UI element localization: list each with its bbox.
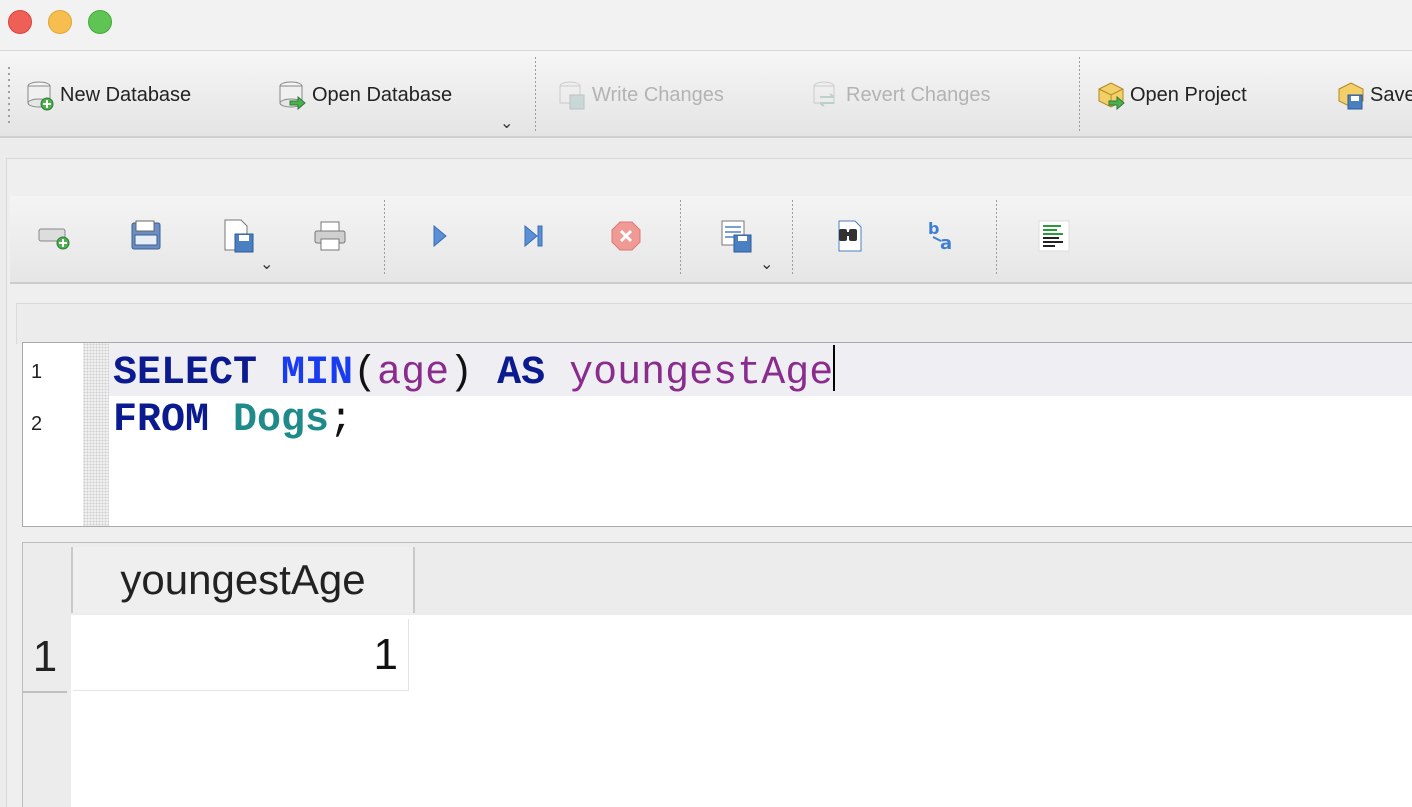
new-database-label: New Database bbox=[60, 83, 192, 106]
open-sql-file-icon bbox=[129, 219, 163, 258]
keyword-from: FROM bbox=[113, 398, 210, 443]
editor-tab-bar bbox=[16, 303, 1412, 344]
open-database-label: Open Database bbox=[312, 83, 453, 106]
line-number: 2 bbox=[31, 413, 43, 435]
toolbar-separator bbox=[680, 200, 681, 276]
toolbar-separator bbox=[535, 57, 536, 133]
toolbar-grip[interactable] bbox=[8, 65, 10, 123]
comment-lines-icon bbox=[1038, 220, 1070, 257]
minimize-window-button[interactable] bbox=[48, 10, 72, 34]
semicolon: ; bbox=[329, 398, 354, 443]
open-tab-icon bbox=[37, 221, 71, 256]
revert-changes-button[interactable]: Revert Changes bbox=[812, 77, 991, 113]
save-project-button[interactable]: Save bbox=[1336, 77, 1412, 113]
save-sql-file-icon bbox=[221, 218, 255, 259]
keyword-as: AS bbox=[497, 351, 546, 396]
open-sql-file-button[interactable] bbox=[126, 218, 166, 258]
line-number: 1 bbox=[31, 361, 43, 383]
code-line-2: FROM Dogs; bbox=[113, 397, 353, 445]
sql-toolbar: ⌄ ⌄ b a bbox=[10, 196, 1412, 284]
open-project-button[interactable]: Open Project bbox=[1096, 77, 1247, 113]
code-line-1: SELECT MIN(age) AS youngestAge bbox=[113, 345, 836, 398]
execute-all-button[interactable] bbox=[420, 218, 460, 258]
execute-current-line-button[interactable] bbox=[514, 218, 554, 258]
title-bar bbox=[0, 0, 1412, 51]
table-name: Dogs bbox=[233, 398, 330, 443]
print-button[interactable] bbox=[310, 218, 350, 258]
stop-execution-button[interactable] bbox=[606, 218, 646, 258]
column-header-youngestage[interactable]: youngestAge bbox=[71, 547, 415, 613]
chevron-down-icon[interactable]: ⌄ bbox=[500, 113, 513, 133]
stop-icon bbox=[610, 220, 642, 257]
line-number-gutter: 1 2 bbox=[23, 343, 83, 526]
toolbar-separator bbox=[996, 200, 997, 276]
save-sql-file-button[interactable] bbox=[218, 218, 258, 258]
print-icon bbox=[313, 220, 347, 257]
function-min: MIN bbox=[281, 351, 354, 396]
row-number[interactable]: 1 bbox=[23, 623, 67, 693]
write-changes-button[interactable]: Write Changes bbox=[558, 77, 724, 113]
write-changes-icon bbox=[558, 79, 586, 111]
main-toolbar: New Database Open Database ⌄ Write Chang… bbox=[0, 51, 1412, 138]
toolbar-separator bbox=[1079, 57, 1080, 133]
paren-close: ) bbox=[449, 351, 474, 396]
close-window-button[interactable] bbox=[8, 10, 32, 34]
results-grid[interactable]: youngestAge 1 1 bbox=[22, 542, 1412, 807]
chevron-down-icon[interactable]: ⌄ bbox=[260, 254, 273, 274]
save-results-icon bbox=[719, 218, 753, 259]
new-database-button[interactable]: New Database bbox=[26, 77, 191, 113]
step-forward-icon bbox=[522, 223, 546, 254]
open-tab-button[interactable] bbox=[34, 218, 74, 258]
sql-editor[interactable]: 1 2 SELECT MIN(age) AS youngestAge FROM … bbox=[22, 342, 1412, 527]
new-database-icon bbox=[26, 79, 54, 111]
find-replace-icon: b a bbox=[925, 219, 959, 258]
find-icon bbox=[833, 219, 867, 258]
table-cell[interactable]: 1 bbox=[73, 619, 409, 691]
open-project-label: Open Project bbox=[1130, 83, 1247, 106]
svg-text:b: b bbox=[928, 219, 939, 238]
save-project-icon bbox=[1336, 79, 1364, 111]
toolbar-separator bbox=[792, 200, 793, 276]
revert-changes-icon bbox=[812, 79, 840, 111]
open-database-button[interactable]: Open Database bbox=[278, 77, 452, 113]
toolbar-separator bbox=[384, 200, 385, 276]
text-cursor bbox=[833, 345, 836, 391]
save-results-button[interactable] bbox=[716, 218, 756, 258]
play-icon bbox=[430, 223, 450, 254]
open-database-icon bbox=[278, 79, 306, 111]
open-project-icon bbox=[1096, 79, 1125, 111]
find-replace-button[interactable]: b a bbox=[922, 218, 962, 258]
comment-toggle-button[interactable] bbox=[1034, 218, 1074, 258]
find-button[interactable] bbox=[830, 218, 870, 258]
paren-open: ( bbox=[353, 351, 378, 396]
column-age: age bbox=[377, 351, 450, 396]
chevron-down-icon[interactable]: ⌄ bbox=[760, 254, 773, 274]
alias-identifier: youngestAge bbox=[569, 351, 834, 396]
revert-changes-label: Revert Changes bbox=[846, 83, 991, 106]
fold-margin bbox=[83, 343, 109, 526]
svg-text:a: a bbox=[940, 233, 952, 253]
write-changes-label: Write Changes bbox=[592, 83, 724, 106]
maximize-window-button[interactable] bbox=[88, 10, 112, 34]
keyword-select: SELECT bbox=[113, 351, 258, 396]
save-project-label: Save bbox=[1370, 83, 1412, 106]
grid-corner bbox=[23, 543, 71, 615]
